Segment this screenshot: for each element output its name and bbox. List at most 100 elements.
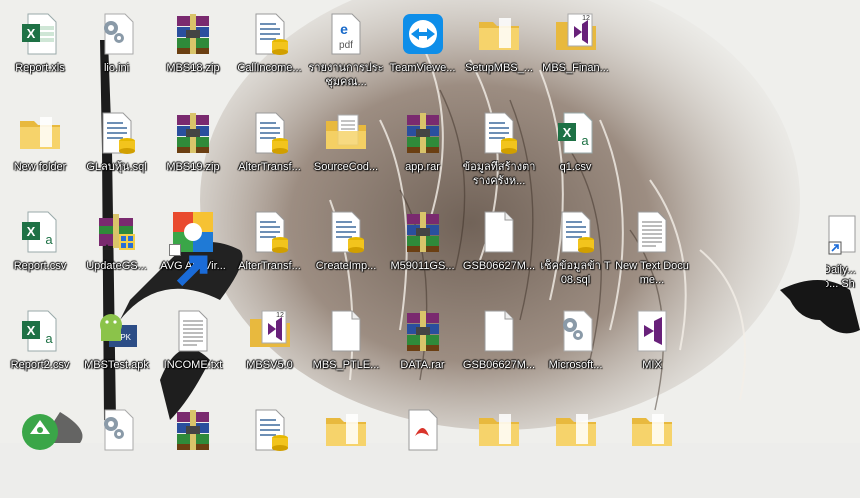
winrar-file-icon bbox=[399, 208, 447, 256]
desktop-icon[interactable]: MBS18.zip bbox=[155, 6, 231, 102]
desktop-icon-label: Report.csv bbox=[13, 260, 67, 272]
teamviewer-file-icon bbox=[399, 10, 447, 58]
folder-file-icon bbox=[322, 406, 370, 454]
desktop-icon[interactable]: MIX bbox=[614, 303, 690, 399]
desktop-icon[interactable]: MBS_PTLE... bbox=[308, 303, 384, 399]
desktop-icon[interactable] bbox=[155, 402, 231, 498]
desktop-icon-label: รายงานการประชุมคณ... bbox=[308, 62, 384, 88]
desktop-icon[interactable]: a X Report2.csv bbox=[2, 303, 78, 399]
folder-file-icon bbox=[552, 406, 600, 454]
folder-file-icon bbox=[475, 10, 523, 58]
desktop-icon-grid: X Report.xls lio.ini MBS18.zip CallIncome...… bbox=[0, 0, 860, 451]
winrar-file-icon bbox=[399, 307, 447, 355]
sqlfile-file-icon bbox=[322, 208, 370, 256]
desktop-icon[interactable]: 12 MBSV5.0 bbox=[232, 303, 308, 399]
svg-text:X: X bbox=[562, 125, 571, 140]
desktop-icon[interactable]: Microsoft... bbox=[538, 303, 614, 399]
desktop-icon-label: q1.csv bbox=[559, 161, 592, 173]
desktop-icon-label: SourceCod... bbox=[313, 161, 379, 173]
desktop-icon-label: GSB06627M... bbox=[462, 359, 536, 371]
desktop-icon[interactable]: UpdateGS... bbox=[79, 204, 155, 300]
desktop-icon[interactable]: SourceCod... bbox=[308, 105, 384, 201]
blank-file-icon bbox=[475, 307, 523, 355]
installer-file-icon bbox=[93, 208, 141, 256]
desktop-icon[interactable]: CallIncome... bbox=[232, 6, 308, 102]
winrar-file-icon bbox=[399, 109, 447, 157]
desktop-icon[interactable] bbox=[308, 402, 384, 498]
desktop-icon[interactable] bbox=[385, 402, 461, 498]
desktop-icon-label: MIX bbox=[642, 359, 662, 371]
desktop-icon[interactable]: MBS19.zip bbox=[155, 105, 231, 201]
desktop-icon[interactable]: a X Report.csv bbox=[2, 204, 78, 300]
desktop-icon-label: ข้อมูลที่สร้างตารางครังห... bbox=[462, 161, 536, 187]
desktop-icon[interactable] bbox=[2, 402, 78, 498]
desktop-icon[interactable] bbox=[614, 402, 690, 498]
desktop-icon-label: MBSTest.apk bbox=[84, 359, 149, 371]
avg-file-icon bbox=[169, 208, 217, 287]
desktop-icon[interactable]: AVG AntiVir... bbox=[155, 204, 231, 300]
desktop-icon[interactable] bbox=[538, 402, 614, 498]
desktop-icon[interactable]: ข้อมูลที่สร้างตารางครังห... bbox=[461, 105, 537, 201]
sqlfile-file-icon bbox=[246, 10, 294, 58]
desktop-icon-label: Report.xls bbox=[15, 62, 65, 74]
desktop-icon[interactable]: INCOME.txt bbox=[155, 303, 231, 399]
folderdoc-file-icon bbox=[322, 109, 370, 157]
desktop-icon-label: MBS_PTLE... bbox=[312, 359, 380, 371]
desktop-icon[interactable]: app.rar bbox=[385, 105, 461, 201]
desktop-icon-label: SetupMBS_... bbox=[465, 62, 533, 74]
pdfred-file-icon bbox=[399, 406, 447, 454]
desktop-icon[interactable]: TeamViewe... bbox=[385, 6, 461, 102]
svg-text:a: a bbox=[45, 232, 53, 247]
desktop-icon-label: Daily... o... Sho... bbox=[826, 264, 856, 290]
desktop-icon[interactable]: DATA.rar bbox=[385, 303, 461, 399]
csv-file-icon: aX bbox=[16, 208, 64, 256]
desktop-icon[interactable]: New folder bbox=[2, 105, 78, 201]
desktop-icon[interactable]: X Report.xls bbox=[2, 6, 78, 102]
desktop-icon[interactable] bbox=[79, 402, 155, 498]
desktop-icon[interactable]: New Text Docume... bbox=[614, 204, 690, 300]
desktop-icon[interactable]: M59011GS... bbox=[385, 204, 461, 300]
desktop-icon-label: เช็คข้อมูลข้า T08.sql bbox=[540, 260, 611, 286]
desktop-icon-label: TeamViewe... bbox=[389, 62, 456, 74]
desktop-icon[interactable]: GSB06627M... bbox=[461, 303, 537, 399]
vs-file-icon: 12 bbox=[552, 10, 600, 58]
winrar-file-icon bbox=[169, 406, 217, 454]
desktop-icon[interactable]: GSB06627M... bbox=[461, 204, 537, 300]
winrar-file-icon bbox=[169, 10, 217, 58]
desktop-icon-label: AlterTransf... bbox=[238, 161, 301, 173]
desktop-icon[interactable]: AlterTransf... bbox=[232, 105, 308, 201]
apk-file-icon: APK bbox=[93, 307, 141, 355]
desktop-icon-label: MBSV5.0 bbox=[246, 359, 293, 371]
desktop-icon[interactable]: lio.ini bbox=[79, 6, 155, 102]
desktop-icon-label: Report2.csv bbox=[10, 359, 70, 371]
desktop-icon-label: Microsoft... bbox=[548, 359, 603, 371]
desktop-icon-label: CreateImp... bbox=[315, 260, 377, 272]
vs-file-icon: 12 bbox=[246, 307, 294, 355]
desktop-icon[interactable]: เช็คข้อมูลข้า T08.sql bbox=[538, 204, 614, 300]
desktop-icon-label: UpdateGS... bbox=[86, 260, 147, 272]
vsflat-file-icon bbox=[628, 307, 676, 355]
desktop-icon[interactable]: SetupMBS_... bbox=[461, 6, 537, 102]
desktop-icon[interactable]: a Xq1.csv bbox=[538, 105, 614, 201]
svg-text:a: a bbox=[45, 331, 53, 346]
sqlfile-file-icon bbox=[552, 208, 600, 256]
excel-file-icon: X bbox=[16, 10, 64, 58]
svg-text:e: e bbox=[340, 21, 348, 37]
pdf-file-icon: e pdf bbox=[322, 10, 370, 58]
desktop-icon-label: CallIncome... bbox=[237, 62, 302, 74]
desktop-icon[interactable]: CreateImp... bbox=[308, 204, 384, 300]
desktop-icon[interactable]: e pdf รายงานการประชุมคณ... bbox=[308, 6, 384, 102]
desktop-icon[interactable]: 12 MBS_Finan... bbox=[538, 6, 614, 102]
desktop-icon[interactable]: GLลบหุ้น.sql bbox=[79, 105, 155, 201]
desktop-icon-edge-shortcut[interactable]: Daily... o... Sho... bbox=[826, 208, 860, 304]
winrar-file-icon bbox=[169, 109, 217, 157]
desktop-icon-label: New Text Docume... bbox=[615, 260, 689, 286]
desktop-icon[interactable] bbox=[232, 402, 308, 498]
desktop-icon[interactable]: AlterTransf... bbox=[232, 204, 308, 300]
shortcut-arrow-icon bbox=[169, 244, 208, 287]
desktop-icon-label: MBS18.zip bbox=[166, 62, 220, 74]
android-file-icon bbox=[16, 406, 64, 454]
desktop-icon[interactable] bbox=[461, 402, 537, 498]
desktop-icon[interactable]: APK MBSTest.apk bbox=[79, 303, 155, 399]
desktop-icon-label: MBS_Finan... bbox=[542, 62, 609, 74]
